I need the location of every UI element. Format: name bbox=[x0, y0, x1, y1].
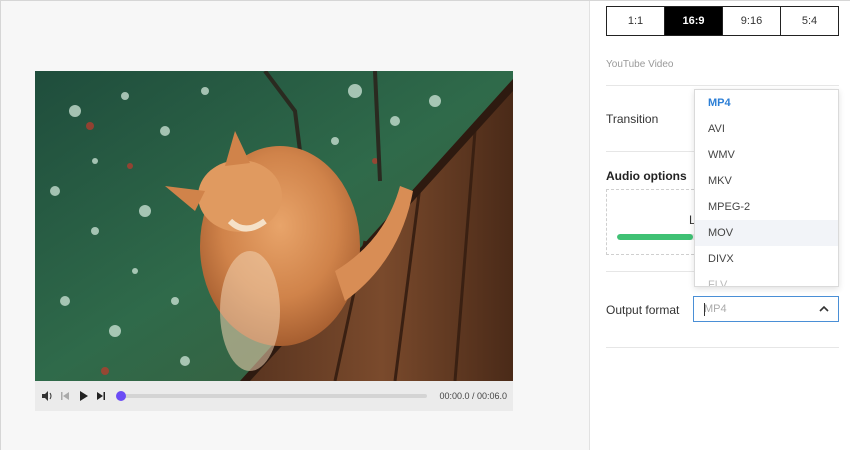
audio-options-title: Audio options bbox=[606, 169, 687, 183]
divider bbox=[606, 347, 839, 348]
output-format-dropdown: MP4 AVI WMV MKV MPEG-2 MOV DIVX FLV bbox=[694, 89, 839, 287]
player-controls: 00:00.0 / 00:06.0 bbox=[35, 381, 513, 411]
format-option-mp4[interactable]: MP4 bbox=[695, 90, 838, 116]
audio-level-fill bbox=[617, 234, 693, 240]
previous-frame-icon[interactable] bbox=[59, 388, 71, 404]
ratio-button-5-4[interactable]: 5:4 bbox=[781, 7, 838, 35]
next-frame-icon[interactable] bbox=[95, 388, 107, 404]
settings-panel: 1:1 16:9 9:16 5:4 YouTube Video Transiti… bbox=[590, 1, 850, 450]
transition-label: Transition bbox=[606, 112, 659, 126]
ratio-button-16-9[interactable]: 16:9 bbox=[665, 7, 723, 35]
output-format-select[interactable]: MP4 bbox=[693, 296, 839, 322]
format-option-flv[interactable]: FLV bbox=[695, 272, 838, 286]
format-option-mov[interactable]: MOV bbox=[695, 220, 838, 246]
time-total: 00:06.0 bbox=[476, 391, 508, 401]
play-icon[interactable] bbox=[77, 388, 89, 404]
preview-area: 00:00.0 / 00:06.0 bbox=[1, 1, 589, 450]
divider bbox=[606, 85, 839, 86]
seek-bar[interactable] bbox=[115, 391, 428, 401]
time-display: 00:00.0 / 00:06.0 bbox=[439, 391, 507, 401]
video-frame-image bbox=[35, 71, 513, 381]
chevron-up-icon bbox=[819, 305, 829, 312]
format-option-divx[interactable]: DIVX bbox=[695, 246, 838, 272]
aspect-ratio-caption: YouTube Video bbox=[606, 59, 674, 70]
text-caret bbox=[704, 303, 705, 316]
format-option-avi[interactable]: AVI bbox=[695, 116, 838, 142]
seek-bar-handle[interactable] bbox=[115, 391, 126, 401]
format-option-wmv[interactable]: WMV bbox=[695, 142, 838, 168]
ratio-button-9-16[interactable]: 9:16 bbox=[723, 7, 781, 35]
volume-icon[interactable] bbox=[41, 388, 53, 404]
aspect-ratio-group: 1:1 16:9 9:16 5:4 bbox=[606, 6, 839, 36]
output-format-value: MP4 bbox=[704, 303, 727, 315]
video-preview[interactable] bbox=[35, 71, 513, 381]
ratio-button-1-1[interactable]: 1:1 bbox=[607, 7, 665, 35]
format-option-mkv[interactable]: MKV bbox=[695, 168, 838, 194]
format-option-mpeg-2[interactable]: MPEG-2 bbox=[695, 194, 838, 220]
output-format-label: Output format bbox=[606, 303, 680, 317]
time-current: 00:00.0 bbox=[439, 391, 470, 401]
time-separator: / bbox=[469, 391, 477, 401]
